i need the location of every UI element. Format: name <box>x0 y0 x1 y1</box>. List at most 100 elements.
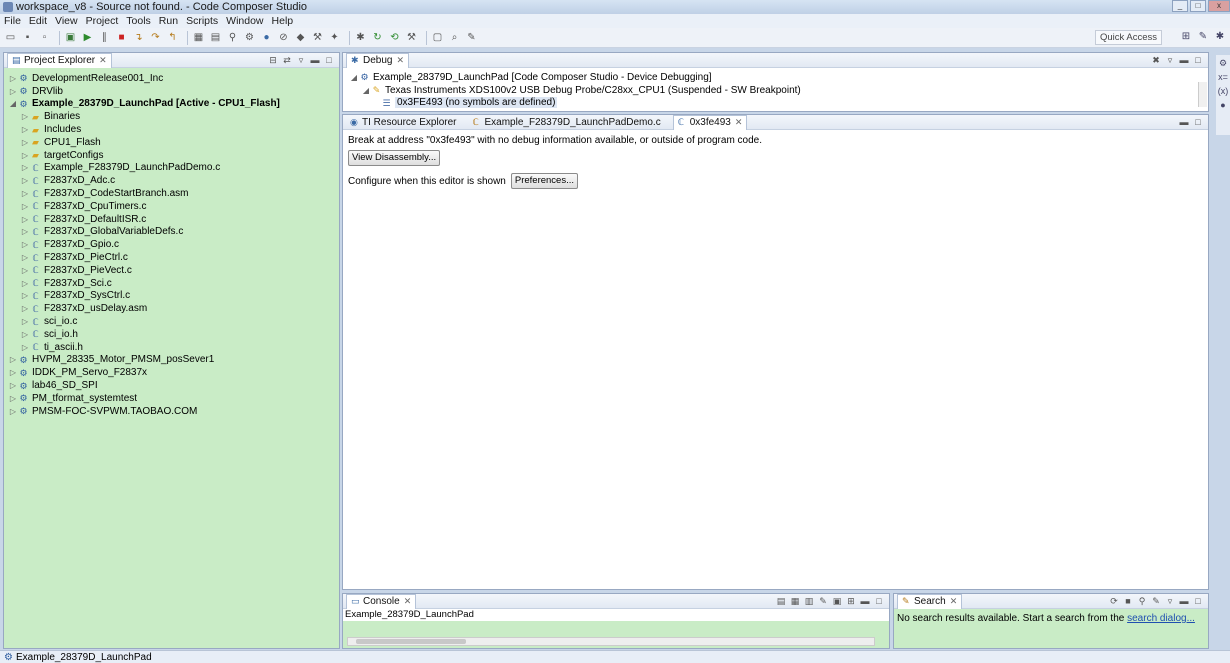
project-tree-item[interactable]: ▷ ▰ Includes <box>4 123 339 136</box>
expand-arrow-icon[interactable]: ▷ <box>20 202 30 211</box>
search-again-icon[interactable]: ⟳ <box>1108 595 1120 607</box>
new-icon[interactable]: ▭ <box>4 31 17 44</box>
project-tree-item[interactable]: ▷ ℂ F2837xD_SysCtrl.c <box>4 290 339 303</box>
target-icon[interactable]: ⚙ <box>243 31 256 44</box>
skip-breakpoints-icon[interactable]: ⊘ <box>277 31 290 44</box>
breakpoint-icon[interactable]: ● <box>260 31 273 44</box>
expand-arrow-icon[interactable]: ▷ <box>20 279 30 288</box>
minimize-view-icon[interactable]: ▬ <box>859 595 871 607</box>
maximize-view-icon[interactable]: □ <box>1192 595 1204 607</box>
display-console-icon[interactable]: ▣ <box>831 595 843 607</box>
step-over-icon[interactable]: ↷ <box>149 31 162 44</box>
search-icon[interactable]: ⌕ <box>448 31 461 44</box>
maximize-view-icon[interactable]: □ <box>1192 54 1204 66</box>
project-tree-item[interactable]: ▷ ⚙ DRVlib <box>4 85 339 98</box>
maximize-view-icon[interactable]: □ <box>1192 116 1204 128</box>
expand-arrow-icon[interactable]: ▷ <box>20 253 30 262</box>
close-icon[interactable]: ✕ <box>950 596 958 607</box>
menu-scripts[interactable]: Scripts <box>186 15 218 27</box>
close-icon[interactable]: ✕ <box>735 117 743 128</box>
window-icon[interactable]: ▢ <box>431 31 444 44</box>
project-tree-item[interactable]: ▷ ℂ F2837xD_CpuTimers.c <box>4 200 339 213</box>
project-tree-item[interactable]: ▷ ℂ F2837xD_Gpio.c <box>4 238 339 251</box>
collapse-arrow-icon[interactable]: ◢ <box>361 86 371 95</box>
expand-arrow-icon[interactable]: ▷ <box>20 266 30 275</box>
expand-arrow-icon[interactable]: ▷ <box>8 381 18 390</box>
expand-arrow-icon[interactable]: ▷ <box>20 112 30 121</box>
tools-icon[interactable]: ⚒ <box>405 31 418 44</box>
resume-icon[interactable]: ▶ <box>81 31 94 44</box>
cancel-search-icon[interactable]: ■ <box>1122 595 1134 607</box>
remove-terminated-icon[interactable]: ✖ <box>1150 54 1162 66</box>
expand-arrow-icon[interactable]: ▷ <box>8 355 18 364</box>
project-tree-item[interactable]: ▷ ⚙ DevelopmentRelease001_Inc <box>4 72 339 85</box>
tab-project-explorer[interactable]: ▤ Project Explorer ✕ <box>7 52 112 68</box>
expand-arrow-icon[interactable]: ▷ <box>20 330 30 339</box>
restart-icon[interactable]: ↻ <box>371 31 384 44</box>
view-menu-icon[interactable]: ▿ <box>295 54 307 66</box>
project-tree-item[interactable]: ▷ ℂ Example_F28379D_LaunchPadDemo.c <box>4 162 339 175</box>
project-tree-item[interactable]: ◢ ⚙ Example_28379D_LaunchPad [Active - CPU… <box>4 98 339 111</box>
expand-arrow-icon[interactable]: ▷ <box>20 215 30 224</box>
menu-window[interactable]: Window <box>226 15 263 27</box>
view-disassembly-button[interactable]: View Disassembly... <box>348 150 441 166</box>
menu-edit[interactable]: Edit <box>29 15 47 27</box>
save-icon[interactable]: ▪ <box>21 31 34 44</box>
expand-arrow-icon[interactable]: ▷ <box>20 176 30 185</box>
tab-console[interactable]: ▭ Console ✕ <box>346 593 417 609</box>
preferences-button[interactable]: Preferences... <box>510 173 579 189</box>
debug-probe-row[interactable]: ◢ ✎ Texas Instruments XDS100v2 USB Debug… <box>343 84 1208 97</box>
run-config-icon[interactable]: ✱ <box>354 31 367 44</box>
expand-arrow-icon[interactable]: ▷ <box>8 87 18 96</box>
project-tree-item[interactable]: ▷ ▰ targetConfigs <box>4 149 339 162</box>
ccs-debug-perspective-icon[interactable]: ✱ <box>1213 30 1227 44</box>
tab-debug[interactable]: ✱ Debug ✕ <box>346 52 410 68</box>
terminate-icon[interactable]: ■ <box>115 31 128 44</box>
word-wrap-icon[interactable]: ▥ <box>803 595 815 607</box>
menu-file[interactable]: File <box>4 15 21 27</box>
flash-icon[interactable]: ✦ <box>328 31 341 44</box>
project-tree-item[interactable]: ▷ ℂ F2837xD_Sci.c <box>4 277 339 290</box>
minimize-view-icon[interactable]: ▬ <box>1178 595 1190 607</box>
search-history-icon[interactable]: ⚲ <box>1136 595 1148 607</box>
stack-frame-row[interactable]: ☰ 0x3FE493 (no symbols are defined) <box>343 97 1208 110</box>
save-all-icon[interactable]: ▫ <box>38 31 51 44</box>
menu-project[interactable]: Project <box>86 15 119 27</box>
memory-icon[interactable]: ▦ <box>192 31 205 44</box>
expand-arrow-icon[interactable]: ▷ <box>20 227 30 236</box>
expand-arrow-icon[interactable]: ▷ <box>8 368 18 377</box>
close-icon[interactable]: ✕ <box>396 55 404 66</box>
view-menu-icon[interactable]: ▿ <box>1164 595 1176 607</box>
step-into-icon[interactable]: ↴ <box>132 31 145 44</box>
project-tree-item[interactable]: ▷ ℂti_ascii.h <box>4 341 339 354</box>
build-icon[interactable]: ⚒ <box>311 31 324 44</box>
collapse-all-icon[interactable]: ⊟ <box>267 54 279 66</box>
suspend-icon[interactable]: ∥ <box>98 31 111 44</box>
minimize-view-icon[interactable]: ▬ <box>1178 116 1190 128</box>
breakpoints-view-icon[interactable]: ● <box>1217 99 1229 111</box>
project-tree-item[interactable]: ▷ ℂ F2837xD_PieCtrl.c <box>4 251 339 264</box>
scroll-lock-icon[interactable]: ▦ <box>789 595 801 607</box>
project-tree-item[interactable]: ▷ ℂ F2837xD_GlobalVariableDefs.c <box>4 226 339 239</box>
project-tree-item[interactable]: ▷ ℂ F2837xD_DefaultISR.c <box>4 213 339 226</box>
expand-arrow-icon[interactable]: ▷ <box>20 189 30 198</box>
step-return-icon[interactable]: ↰ <box>166 31 179 44</box>
open-perspective-icon[interactable]: ⊞ <box>1179 30 1193 44</box>
quick-access-field[interactable]: Quick Access <box>1094 30 1162 45</box>
project-tree-item[interactable]: ▷ ⚙ PM_tformat_systemtest <box>4 392 339 405</box>
project-tree-item[interactable]: ▷ ℂ F2837xD_CodeStartBranch.asm <box>4 187 339 200</box>
expand-arrow-icon[interactable]: ▷ <box>20 163 30 172</box>
menu-tools[interactable]: Tools <box>126 15 151 27</box>
console-output[interactable]: Example_28379D_LaunchPad <box>343 609 889 648</box>
pin-console-icon[interactable]: ✎ <box>817 595 829 607</box>
minimize-view-icon[interactable]: ▬ <box>1178 54 1190 66</box>
expand-arrow-icon[interactable]: ▷ <box>20 291 30 300</box>
pin-search-icon[interactable]: ✎ <box>1150 595 1162 607</box>
tab-search[interactable]: ✎ Search ✕ <box>897 593 963 609</box>
registers-view-icon[interactable]: ⚙ <box>1217 57 1229 69</box>
clear-console-icon[interactable]: ▤ <box>775 595 787 607</box>
open-console-icon[interactable]: ⊞ <box>845 595 857 607</box>
close-button[interactable]: x <box>1208 0 1230 12</box>
expand-arrow-icon[interactable]: ▷ <box>20 240 30 249</box>
debug-scrollbar[interactable] <box>1198 82 1207 107</box>
